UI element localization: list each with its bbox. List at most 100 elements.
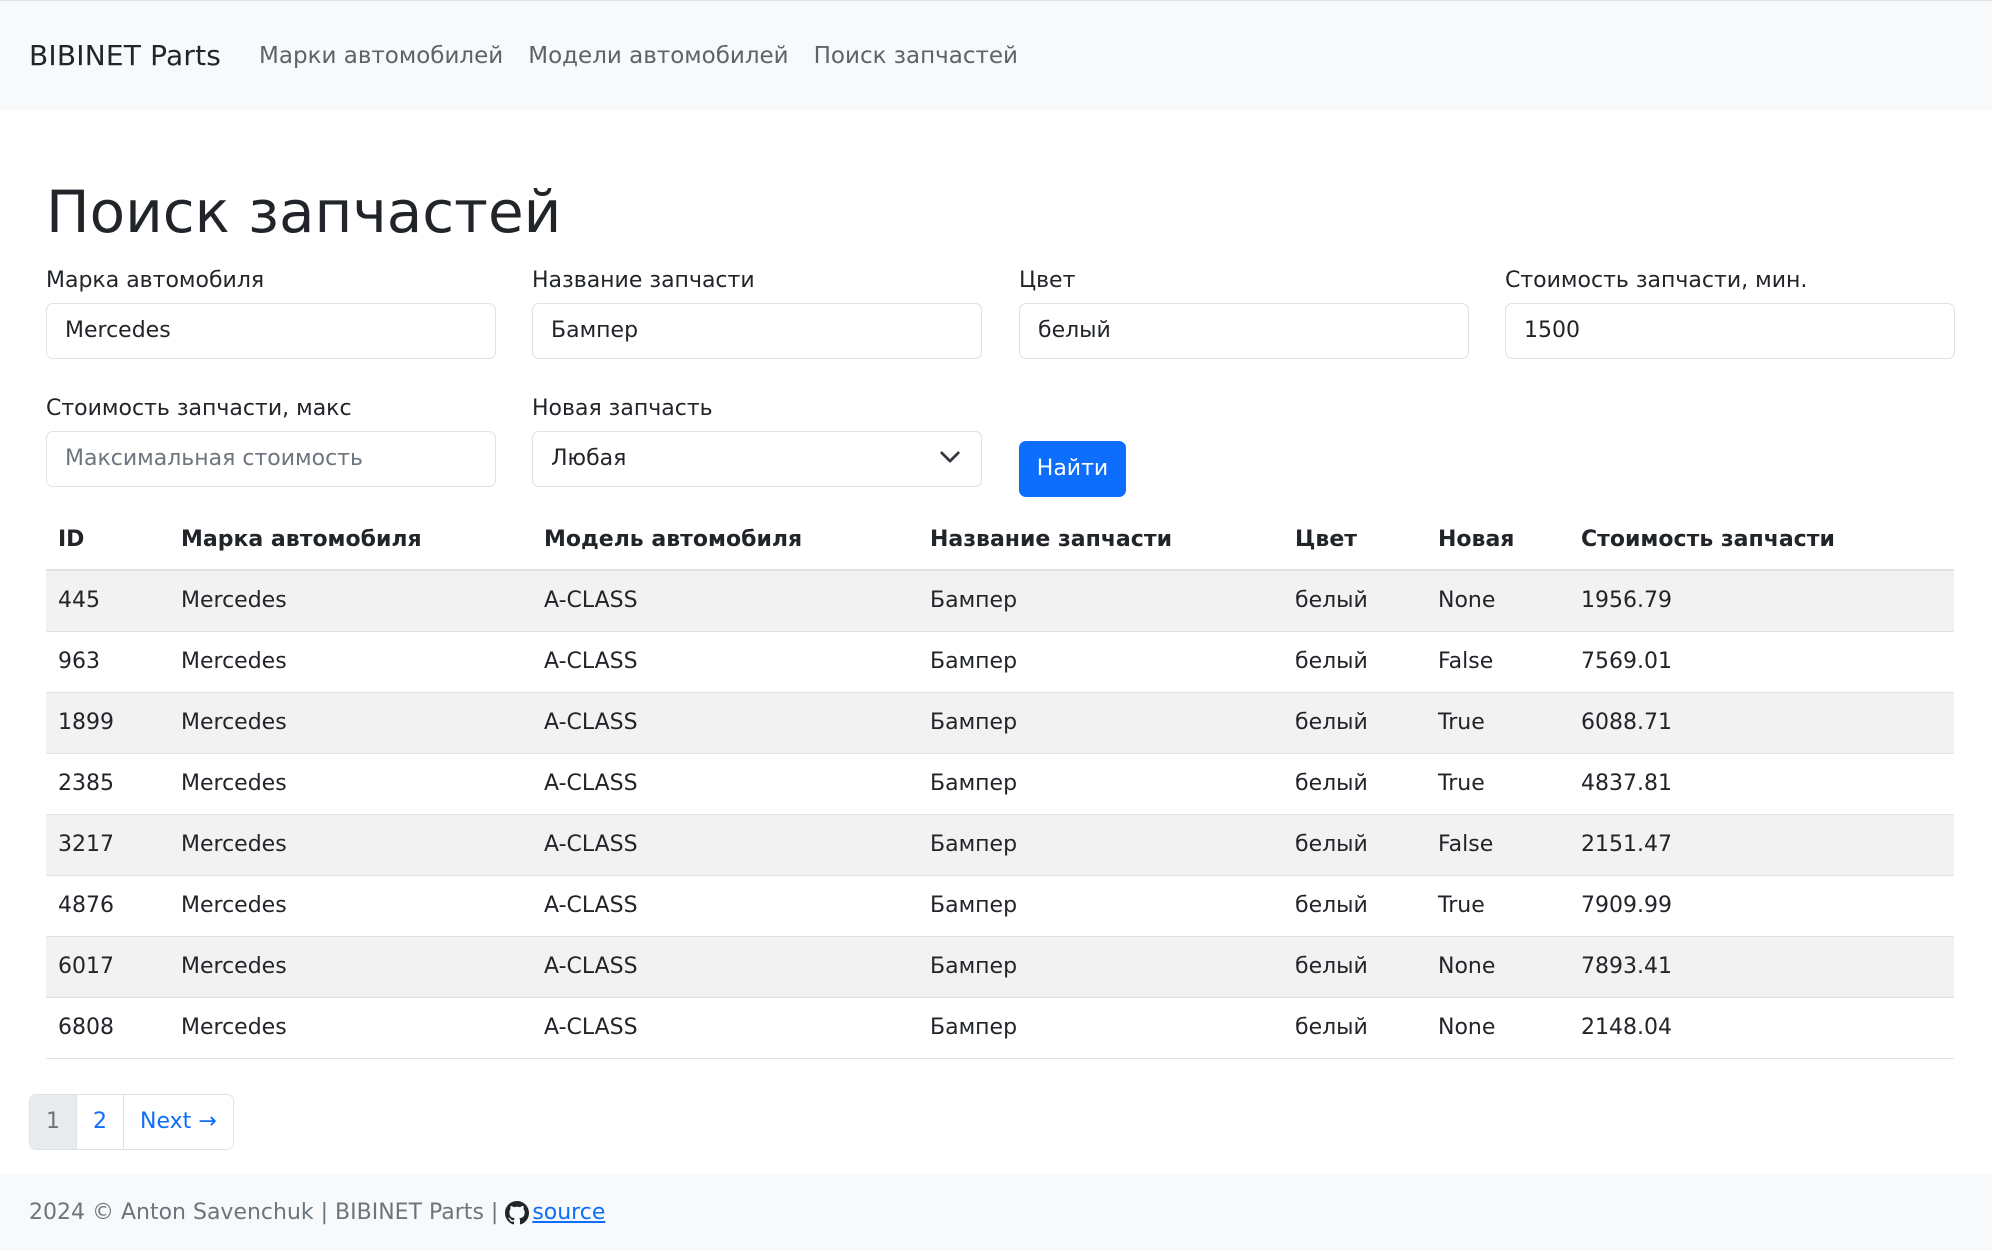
- cell-color: белый: [1283, 875, 1426, 937]
- page-link-1[interactable]: 1: [30, 1095, 77, 1149]
- column-header-color: Цвет: [1283, 509, 1426, 571]
- nav-link-brands[interactable]: Марки автомобилей: [259, 43, 503, 69]
- cell-color: белый: [1283, 814, 1426, 876]
- price-min-field: Стоимость запчасти, мин. 1500: [1505, 268, 1955, 359]
- is-new-label: Новая запчасть: [532, 396, 713, 421]
- brand-link[interactable]: BIBINET Parts: [29, 39, 221, 72]
- cell-price: 4837.81: [1569, 753, 1954, 815]
- cell-model: A-CLASS: [532, 936, 918, 998]
- is-new-select[interactable]: Любая: [532, 431, 982, 487]
- cell-part-name: Бампер: [918, 997, 1283, 1059]
- cell-part-name: Бампер: [918, 570, 1283, 632]
- cell-part-name: Бампер: [918, 631, 1283, 693]
- cell-color: белый: [1283, 997, 1426, 1059]
- table-row: 2385 Mercedes A-CLASS Бампер белый True 4837.8…: [46, 753, 1954, 815]
- cell-model: A-CLASS: [532, 814, 918, 876]
- column-header-part-name: Название запчасти: [918, 509, 1283, 571]
- brand-field: Марка автомобиля Mercedes: [46, 268, 496, 359]
- cell-color: белый: [1283, 631, 1426, 693]
- navbar: BIBINET Parts Марки автомобилей Модели а…: [0, 0, 1992, 110]
- cell-price: 1956.79: [1569, 570, 1954, 632]
- price-max-input[interactable]: Максимальная стоимость: [46, 431, 496, 487]
- table-row: 963 Mercedes A-CLASS Бампер белый False 7569.0…: [46, 631, 1954, 693]
- cell-id: 1899: [46, 692, 169, 754]
- cell-new: None: [1426, 936, 1569, 998]
- cell-part-name: Бампер: [918, 875, 1283, 937]
- cell-id: 4876: [46, 875, 169, 937]
- cell-new: False: [1426, 631, 1569, 693]
- column-header-price: Стоимость запчасти: [1569, 509, 1954, 571]
- cell-price: 2151.47: [1569, 814, 1954, 876]
- column-header-brand: Марка автомобиля: [169, 509, 532, 571]
- color-input[interactable]: белый: [1019, 303, 1469, 359]
- column-header-id: ID: [46, 509, 169, 571]
- cell-id: 6017: [46, 936, 169, 998]
- github-icon: [505, 1200, 530, 1224]
- cell-model: A-CLASS: [532, 631, 918, 693]
- source-link[interactable]: source: [532, 1200, 605, 1225]
- cell-color: белый: [1283, 936, 1426, 998]
- nav-link-parts-search[interactable]: Поиск запчастей: [814, 43, 1018, 69]
- cell-brand: Mercedes: [169, 570, 532, 632]
- part-name-label: Название запчасти: [532, 268, 755, 293]
- table-row: 6808 Mercedes A-CLASS Бампер белый None 2148.0…: [46, 997, 1954, 1059]
- table-row: 4876 Mercedes A-CLASS Бампер белый True 7909.9…: [46, 875, 1954, 937]
- cell-new: None: [1426, 570, 1569, 632]
- cell-new: False: [1426, 814, 1569, 876]
- cell-price: 2148.04: [1569, 997, 1954, 1059]
- nav-link-models[interactable]: Модели автомобилей: [528, 43, 788, 69]
- table-row: 3217 Mercedes A-CLASS Бампер белый False 2151.…: [46, 814, 1954, 876]
- page-title: Поиск запчастей: [46, 178, 562, 246]
- cell-price: 7909.99: [1569, 875, 1954, 937]
- price-max-field: Стоимость запчасти, макс Максимальная ст…: [46, 396, 496, 487]
- table-row: 6017 Mercedes A-CLASS Бампер белый None 7893.4…: [46, 936, 1954, 998]
- cell-new: True: [1426, 875, 1569, 937]
- cell-id: 445: [46, 570, 169, 632]
- price-max-label: Стоимость запчасти, макс: [46, 396, 352, 421]
- cell-brand: Mercedes: [169, 814, 532, 876]
- cell-model: A-CLASS: [532, 570, 918, 632]
- footer-text: 2024 © Anton Savenchuk | BIBINET Parts |: [29, 1200, 499, 1225]
- price-min-input[interactable]: 1500: [1505, 303, 1955, 359]
- cell-brand: Mercedes: [169, 753, 532, 815]
- part-name-field: Название запчасти Бампер: [532, 268, 982, 359]
- color-label: Цвет: [1019, 268, 1076, 293]
- cell-id: 3217: [46, 814, 169, 876]
- part-name-input[interactable]: Бампер: [532, 303, 982, 359]
- cell-price: 7569.01: [1569, 631, 1954, 693]
- brand-label: Марка автомобиля: [46, 268, 265, 293]
- cell-color: белый: [1283, 692, 1426, 754]
- results-table: ID Марка автомобиля Модель автомобиля На…: [46, 509, 1954, 1059]
- cell-id: 963: [46, 631, 169, 693]
- cell-id: 2385: [46, 753, 169, 815]
- cell-color: белый: [1283, 570, 1426, 632]
- cell-model: A-CLASS: [532, 997, 918, 1059]
- table-header-row: ID Марка автомобиля Модель автомобиля На…: [46, 509, 1954, 571]
- next-page-link[interactable]: Next →: [124, 1095, 233, 1149]
- cell-part-name: Бампер: [918, 814, 1283, 876]
- search-button[interactable]: Найти: [1019, 441, 1126, 497]
- pagination: 1 2 Next →: [29, 1094, 234, 1150]
- cell-model: A-CLASS: [532, 692, 918, 754]
- cell-part-name: Бампер: [918, 692, 1283, 754]
- cell-new: True: [1426, 753, 1569, 815]
- cell-new: None: [1426, 997, 1569, 1059]
- is-new-select-value: Любая: [551, 446, 627, 471]
- cell-part-name: Бампер: [918, 936, 1283, 998]
- cell-id: 6808: [46, 997, 169, 1059]
- color-field: Цвет белый: [1019, 268, 1469, 359]
- table-row: 445 Mercedes A-CLASS Бампер белый None 1956.79: [46, 570, 1954, 632]
- cell-new: True: [1426, 692, 1569, 754]
- cell-brand: Mercedes: [169, 936, 532, 998]
- column-header-new: Новая: [1426, 509, 1569, 571]
- cell-model: A-CLASS: [532, 753, 918, 815]
- table-row: 1899 Mercedes A-CLASS Бампер белый True 6088.7…: [46, 692, 1954, 754]
- chevron-down-icon: [940, 451, 960, 463]
- brand-input[interactable]: Mercedes: [46, 303, 496, 359]
- cell-price: 6088.71: [1569, 692, 1954, 754]
- cell-model: A-CLASS: [532, 875, 918, 937]
- column-header-model: Модель автомобиля: [532, 509, 918, 571]
- is-new-field: Новая запчасть Любая: [532, 396, 982, 487]
- page-link-2[interactable]: 2: [77, 1095, 124, 1149]
- cell-color: белый: [1283, 753, 1426, 815]
